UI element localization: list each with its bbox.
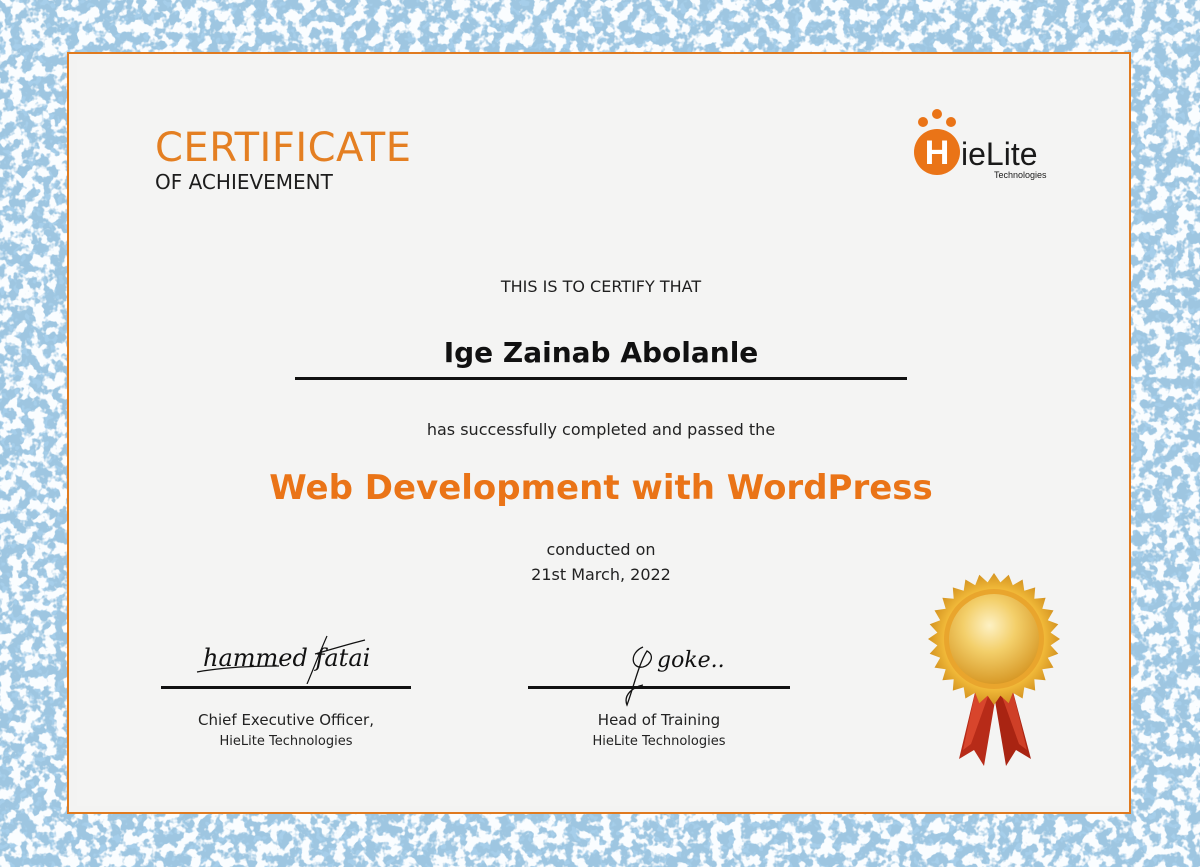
name-underline bbox=[295, 377, 907, 380]
training-head-signature-image: goke.. bbox=[625, 646, 725, 707]
course-title: Web Development with WordPress bbox=[269, 468, 933, 508]
ceo-signature-line bbox=[161, 686, 411, 689]
training-head-signature-text: goke.. bbox=[657, 648, 725, 673]
certify-statement: THIS IS TO CERTIFY THAT bbox=[500, 277, 702, 296]
award-seal-icon bbox=[928, 573, 1060, 766]
completion-statement: has successfully completed and passed th… bbox=[426, 420, 776, 439]
training-head-signature-line bbox=[528, 686, 790, 689]
logo-wordmark: ieLite bbox=[961, 136, 1038, 172]
logo-initial: H bbox=[925, 134, 950, 172]
ceo-signature-text: hammed fatai bbox=[203, 644, 370, 672]
certificate-card: CERTIFICATE OF ACHIEVEMENT H ieLite Tech… bbox=[67, 52, 1131, 814]
recipient-name: Ige Zainab Abolanle bbox=[443, 336, 759, 369]
ceo-organization: HieLite Technologies bbox=[219, 734, 353, 749]
certificate-title: CERTIFICATE bbox=[155, 125, 412, 171]
training-head-role: Head of Training bbox=[597, 711, 721, 729]
hielite-logo: H ieLite Technologies bbox=[914, 109, 1047, 180]
ceo-role: Chief Executive Officer, bbox=[198, 711, 374, 729]
logo-tagline: Technologies bbox=[994, 170, 1047, 180]
ceo-signature-image: hammed fatai bbox=[196, 635, 370, 684]
training-head-organization: HieLite Technologies bbox=[592, 734, 726, 749]
certificate-subtitle: OF ACHIEVEMENT bbox=[155, 170, 333, 194]
